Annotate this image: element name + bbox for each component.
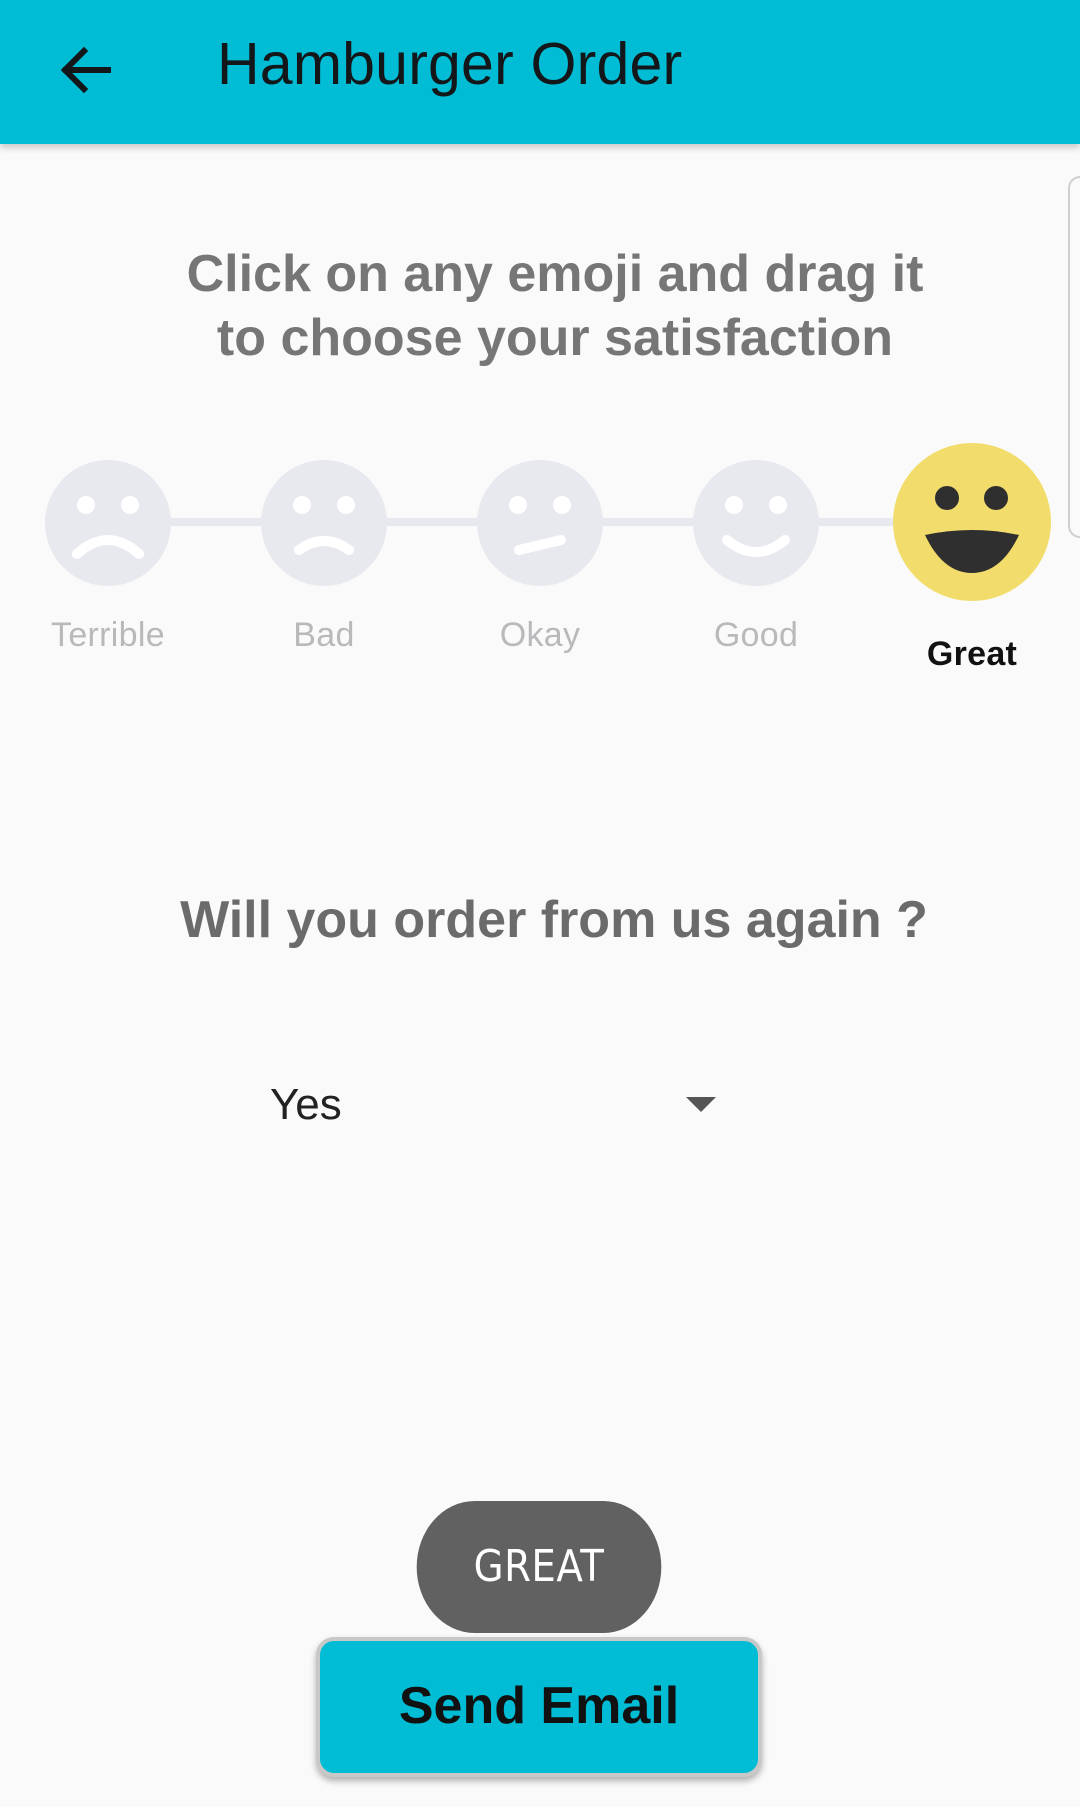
face-okay-icon — [477, 460, 603, 586]
instructions-text: Click on any emoji and drag it to choose… — [186, 245, 924, 367]
rating-option-okay[interactable] — [477, 460, 603, 586]
rating-label-bad: Bad — [293, 616, 355, 654]
app-bar: Hamburger Order — [0, 0, 1080, 144]
face-good-icon — [693, 460, 819, 586]
dropdown-arrow-icon — [686, 1097, 716, 1112]
rating-label-okay: Okay — [499, 616, 581, 654]
reorder-question: Will you order from us again ? — [180, 891, 928, 949]
rating-option-bad[interactable] — [261, 460, 387, 586]
face-great-icon — [893, 443, 1051, 601]
rating-label-terrible: Terrible — [51, 616, 165, 654]
send-email-button[interactable]: Send Email — [316, 1637, 762, 1777]
reorder-dropdown[interactable]: Yes — [250, 1070, 730, 1140]
page-title: Hamburger Order — [217, 31, 683, 97]
reorder-dropdown-value: Yes — [270, 1080, 342, 1129]
arrow-left-icon — [58, 46, 112, 99]
back-button[interactable] — [40, 22, 130, 122]
face-bad-icon — [261, 460, 387, 586]
rating-option-great[interactable] — [893, 443, 1051, 601]
rating-option-terrible[interactable] — [45, 460, 171, 586]
rating-label-great: Great — [926, 635, 1018, 673]
face-terrible-icon — [45, 460, 171, 586]
rating-option-good[interactable] — [693, 460, 819, 586]
toast-message: GREAT — [416, 1501, 662, 1633]
screen: Hamburger Order Click on any emoji and d… — [0, 0, 1080, 1807]
rating-label-good: Good — [713, 616, 799, 654]
